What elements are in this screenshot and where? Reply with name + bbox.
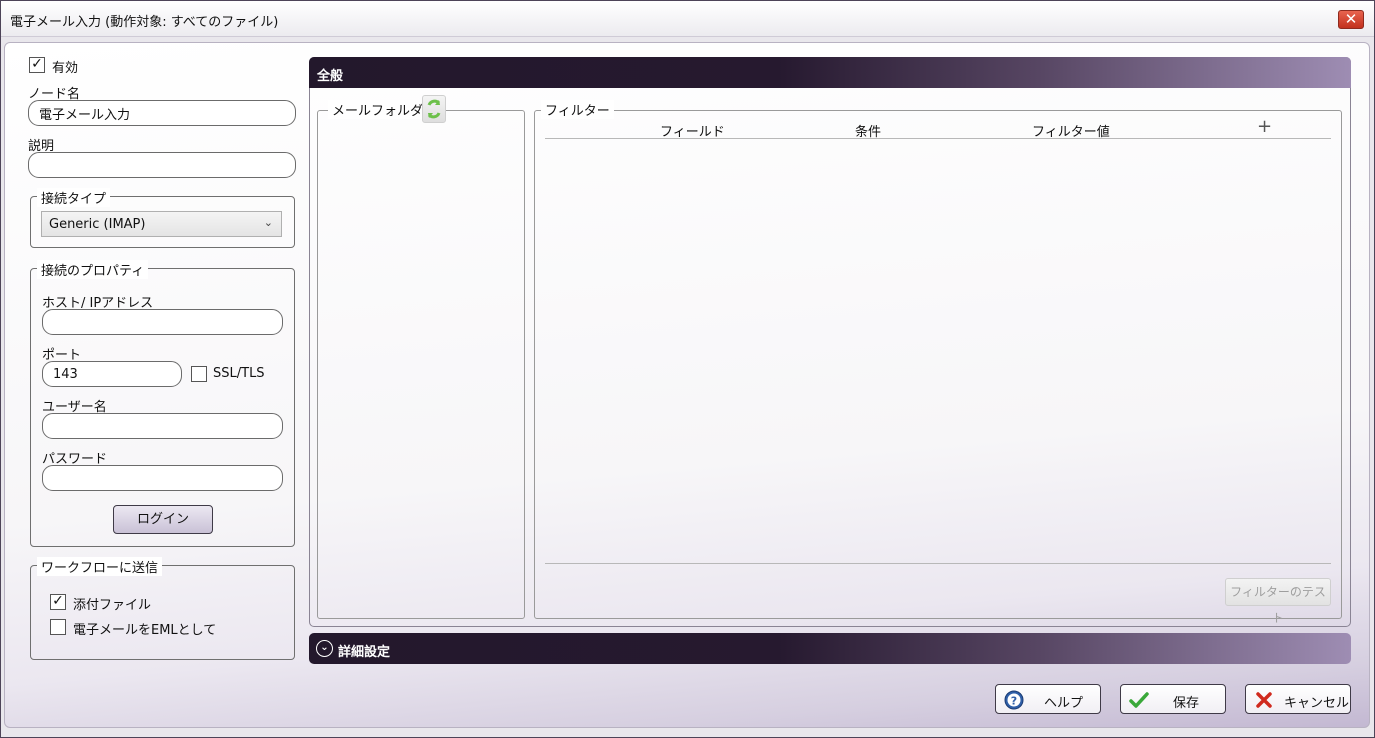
- filter-table-header: フィールド 条件 フィルター値 +: [545, 116, 1331, 140]
- advanced-settings-title: 詳細設定: [338, 645, 391, 660]
- attachments-checkbox[interactable]: ✓: [50, 594, 66, 610]
- mail-folder-panel: メールフォルダー: [317, 95, 525, 619]
- save-label: 保存: [1173, 696, 1200, 711]
- cancel-x-icon: [1256, 692, 1272, 708]
- filter-table-divider: [545, 563, 1331, 564]
- column-field: フィールド: [660, 125, 725, 140]
- chevron-down-icon: ⌄: [263, 216, 273, 229]
- attachments-label: 添付ファイル: [73, 598, 152, 613]
- username-input[interactable]: [42, 413, 283, 439]
- eml-checkbox[interactable]: [50, 619, 66, 635]
- send-to-workflow-legend: ワークフローに送信: [37, 557, 163, 576]
- svg-text:?: ?: [1011, 695, 1017, 708]
- connection-type-group: 接続タイプ Generic (IMAP) ⌄: [30, 188, 295, 248]
- cancel-button[interactable]: キャンセル: [1245, 684, 1351, 714]
- dialog-window: 電子メール入力 (動作対象: すべてのファイル) ✕ ✓ 有効 ノード名 説明 …: [0, 0, 1375, 738]
- column-condition: 条件: [855, 125, 882, 140]
- enabled-checkbox[interactable]: ✓: [29, 57, 45, 73]
- send-to-workflow-group: ワークフローに送信 ✓ 添付ファイル 電子メールをEMLとして: [30, 557, 295, 660]
- general-title: 全般: [317, 69, 344, 84]
- connection-type-select[interactable]: Generic (IMAP) ⌄: [41, 211, 282, 237]
- eml-label: 電子メールをEMLとして: [73, 623, 217, 638]
- refresh-icon: [427, 99, 441, 119]
- port-input[interactable]: [42, 361, 182, 387]
- column-filter-value: フィルター値: [1032, 125, 1110, 140]
- connection-type-value: Generic (IMAP): [49, 217, 146, 232]
- close-button[interactable]: ✕: [1338, 10, 1364, 29]
- ssl-tls-label: SSL/TLS: [213, 366, 265, 381]
- help-label: ヘルプ: [1044, 696, 1084, 711]
- advanced-settings-header[interactable]: ⌄ 詳細設定: [309, 633, 1351, 664]
- add-filter-button[interactable]: +: [1257, 116, 1272, 137]
- ssl-tls-checkbox[interactable]: [191, 366, 207, 382]
- expand-chevron-icon: ⌄: [316, 640, 333, 657]
- login-button[interactable]: ログイン: [113, 505, 213, 534]
- general-section: 全般 メールフォルダー フィルター フィールド 条件 フィルター値 + フィルタ…: [309, 57, 1351, 627]
- save-button[interactable]: 保存: [1120, 684, 1226, 714]
- enabled-label: 有効: [52, 61, 79, 76]
- general-header[interactable]: 全般: [309, 57, 1351, 88]
- title-bar: 電子メール入力 (動作対象: すべてのファイル) ✕: [1, 1, 1374, 37]
- window-title: 電子メール入力 (動作対象: すべてのファイル): [10, 15, 279, 30]
- refresh-folders-button[interactable]: [422, 95, 446, 123]
- host-input[interactable]: [42, 309, 283, 335]
- node-name-input[interactable]: [28, 100, 296, 126]
- filter-panel: フィルター フィールド 条件 フィルター値 + フィルターのテスト: [534, 100, 1342, 625]
- connection-properties-legend: 接続のプロパティ: [37, 260, 149, 279]
- filter-legend: フィルター: [541, 100, 614, 119]
- connection-type-legend: 接続タイプ: [37, 188, 111, 207]
- password-input[interactable]: [42, 465, 283, 491]
- test-filter-button[interactable]: フィルターのテスト: [1225, 578, 1331, 625]
- cancel-label: キャンセル: [1284, 696, 1350, 711]
- description-input[interactable]: [28, 152, 296, 178]
- dialog-body: ✓ 有効 ノード名 説明 接続タイプ Generic (IMAP) ⌄ 接続のプ…: [4, 42, 1370, 728]
- help-button[interactable]: ? ヘルプ: [995, 684, 1101, 714]
- help-icon: ?: [1004, 690, 1024, 710]
- check-icon: [1129, 692, 1149, 708]
- connection-properties-group: 接続のプロパティ ホスト/ IPアドレス ポート SSL/TLS ユーザー名 パ…: [30, 260, 295, 547]
